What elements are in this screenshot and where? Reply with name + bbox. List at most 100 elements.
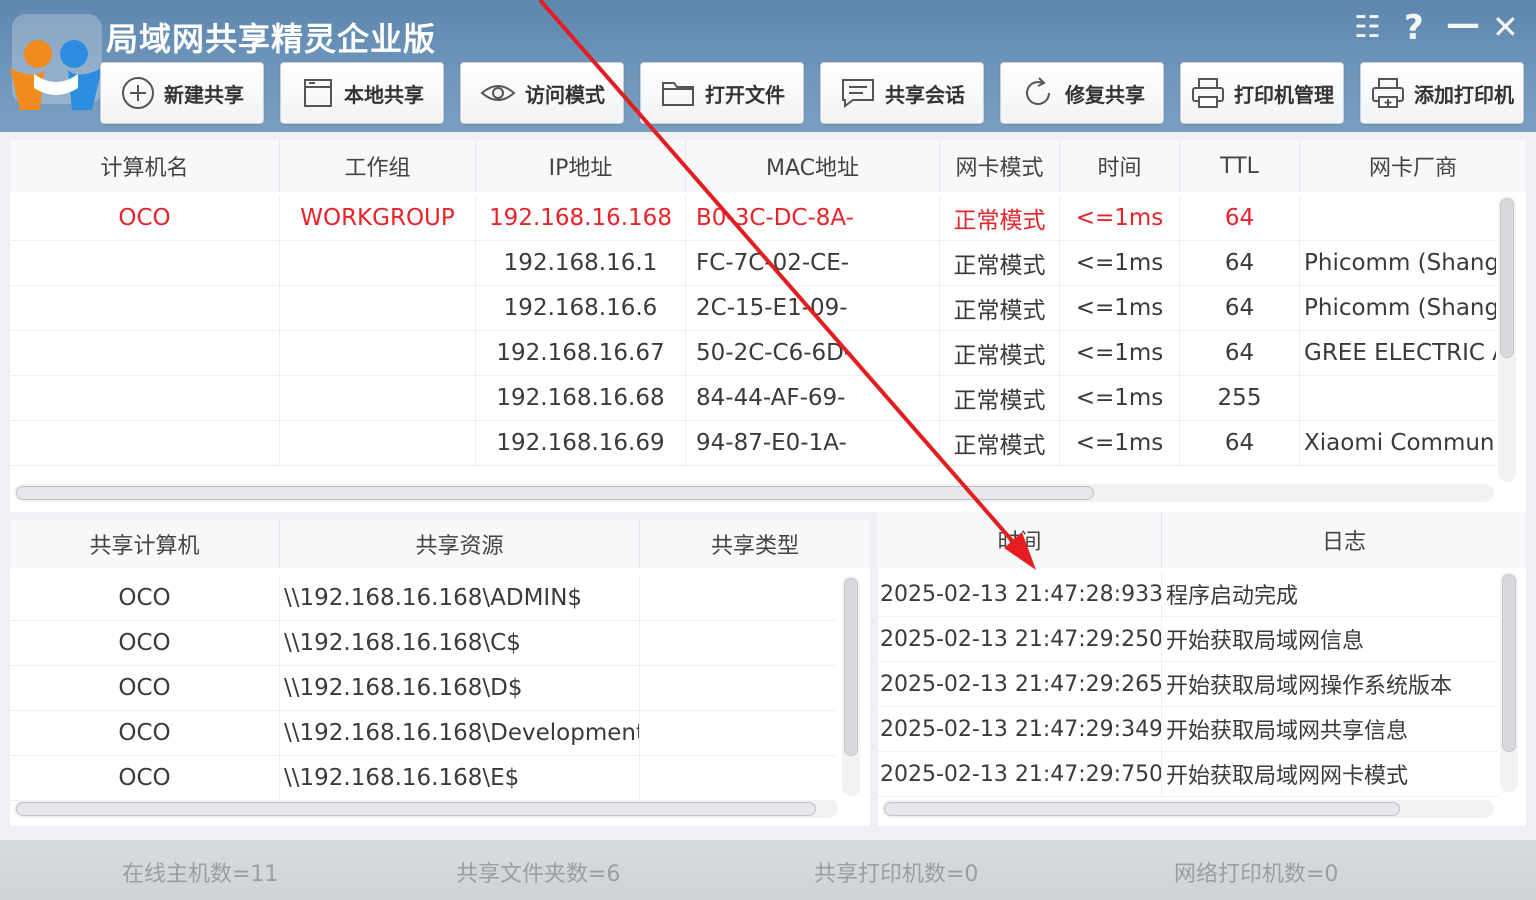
cell-share-type [640,756,836,800]
cell-nic-vendor [1300,376,1496,420]
cell-share-resource: \\192.168.16.168\ADMIN$ [280,576,640,620]
cell-mac-address: 84-44-AF-69- [686,376,940,420]
table-row[interactable]: OCO \\192.168.16.168\C$ [10,621,836,666]
shares-vertical-scrollbar[interactable] [842,576,860,796]
cell-computer-name [10,376,280,420]
cell-share-computer: OCO [10,576,280,620]
table-row[interactable]: 2025-02-13 21:47:29:265 开始获取局域网操作系统版本 [878,662,1498,707]
cell-nic-vendor: Phicomm (Shang [1304,295,1496,321]
cell-mac-address: FC-7C-02-CE- [686,241,940,285]
add-printer-button[interactable]: 添加打印机 [1360,62,1524,124]
table-row[interactable]: OCO WORKGROUP 192.168.16.168 B0-3C-DC-8A… [10,196,1496,241]
shares-horizontal-scroll-thumb[interactable] [16,802,816,816]
table-row[interactable]: 2025-02-13 21:47:29:349 开始获取局域网共享信息 [878,707,1498,752]
cell-ip-address: 192.168.16.69 [476,421,686,465]
hosts-horizontal-scroll-thumb[interactable] [16,486,1094,500]
close-icon[interactable]: ✕ [1492,8,1519,46]
table-row[interactable]: OCO \\192.168.16.168\ADMIN$ [10,576,836,621]
col-ip-address[interactable]: IP地址 [476,140,686,192]
local-share-button[interactable]: 本地共享 [280,62,444,124]
table-row[interactable]: 2025-02-13 21:47:28:933 程序启动完成 [878,572,1498,617]
cell-log-time: 2025-02-13 21:47:29:349 [878,707,1162,751]
shared-printers-count: 共享打印机数=0 [814,862,979,887]
table-row[interactable]: OCO \\192.168.16.168\E$ [10,756,836,801]
log-vertical-scrollbar[interactable] [1500,572,1518,792]
printer-manage-label: 打印机管理 [1234,82,1334,107]
shares-table: 共享计算机 共享资源 共享类型 OCO \\192.168.16.168\ADM… [10,520,870,826]
cell-ttl: 64 [1180,421,1300,465]
cell-workgroup [280,241,476,285]
table-row[interactable]: 192.168.16.67 50-2C-C6-6D- 正常模式 <=1ms 64… [10,331,1496,376]
col-share-computer[interactable]: 共享计算机 [10,520,280,568]
new-share-label: 新建共享 [164,82,244,107]
share-session-button[interactable]: 共享会话 [820,62,984,124]
table-row[interactable]: OCO \\192.168.16.168\D$ [10,666,836,711]
table-row[interactable]: 2025-02-13 21:47:29:250 开始获取局域网信息 [878,617,1498,662]
table-row[interactable]: 192.168.16.1 FC-7C-02-CE- 正常模式 <=1ms 64 … [10,241,1496,286]
table-row[interactable]: 2025-02-13 21:47:29:750 开始获取局域网网卡模式 [878,752,1498,797]
hosts-vertical-scroll-thumb[interactable] [1500,198,1514,358]
menu-icon[interactable]: ☷ [1354,10,1381,45]
shared-folders-count: 共享文件夹数=6 [456,862,621,887]
col-nic-mode[interactable]: 网卡模式 [940,140,1060,192]
open-file-label: 打开文件 [705,82,785,107]
cell-nic-vendor: Xiaomi Communi [1304,430,1496,456]
col-nic-vendor[interactable]: 网卡厂商 [1300,140,1526,192]
log-horizontal-scrollbar[interactable] [882,800,1494,818]
cell-computer-name [10,241,280,285]
repair-share-button[interactable]: 修复共享 [1000,62,1164,124]
table-row[interactable]: 192.168.16.6 2C-15-E1-09- 正常模式 <=1ms 64 … [10,286,1496,331]
cell-share-computer: OCO [10,666,280,710]
refresh-icon [1026,77,1050,105]
log-horizontal-scroll-thumb[interactable] [884,802,1400,816]
app-logo-icon [10,14,102,110]
cell-time: <=1ms [1060,331,1180,375]
log-table: 时间 日志 2025-02-13 21:47:28:933 程序启动完成 202… [878,512,1526,826]
col-log-time[interactable]: 时间 [878,512,1162,568]
table-row[interactable]: 192.168.16.69 94-87-E0-1A- 正常模式 <=1ms 64… [10,421,1496,466]
shares-vertical-scroll-thumb[interactable] [844,578,858,756]
col-computer-name[interactable]: 计算机名 [10,140,280,192]
log-vertical-scroll-thumb[interactable] [1502,574,1516,752]
col-time[interactable]: 时间 [1060,140,1180,192]
cell-ip-address: 192.168.16.168 [476,196,686,240]
col-log-message[interactable]: 日志 [1162,512,1526,568]
cell-time: <=1ms [1060,421,1180,465]
minimize-icon[interactable]: — [1446,4,1480,44]
col-mac-address[interactable]: MAC地址 [686,140,940,192]
col-workgroup[interactable]: 工作组 [280,140,476,192]
chat-icon [842,79,874,108]
log-table-header: 时间 日志 [878,512,1526,568]
online-hosts-count: 在线主机数=11 [122,862,279,887]
cell-computer-name [10,331,280,375]
new-share-button[interactable]: 新建共享 [100,62,264,124]
col-ttl[interactable]: TTL [1180,140,1300,192]
open-file-button[interactable]: 打开文件 [640,62,804,124]
cell-workgroup: WORKGROUP [280,196,476,240]
hosts-vertical-scrollbar[interactable] [1498,196,1516,482]
share-session-label: 共享会话 [885,82,965,107]
cell-log-time: 2025-02-13 21:47:29:265 [878,662,1162,706]
hosts-horizontal-scrollbar[interactable] [14,484,1494,502]
printer-manage-button[interactable]: 打印机管理 [1180,62,1344,124]
cell-ip-address: 192.168.16.67 [476,331,686,375]
printer-add-icon [1372,78,1404,108]
cell-ip-address: 192.168.16.68 [476,376,686,420]
cell-share-type [640,666,836,710]
cell-ip-address: 192.168.16.6 [476,286,686,330]
help-icon[interactable]: ? [1404,8,1424,48]
cell-log-time: 2025-02-13 21:47:29:750 [878,752,1162,796]
status-bar: 在线主机数=11 共享文件夹数=6 共享打印机数=0 网络打印机数=0 [0,840,1536,900]
shares-horizontal-scrollbar[interactable] [14,800,838,818]
col-share-type[interactable]: 共享类型 [640,520,870,568]
add-printer-label: 添加打印机 [1414,82,1514,107]
col-share-resource[interactable]: 共享资源 [280,520,640,568]
cell-ip-address: 192.168.16.1 [476,241,686,285]
cell-share-resource: \\192.168.16.168\D$ [280,666,640,710]
access-mode-button[interactable]: 访问模式 [460,62,624,124]
cell-workgroup [280,286,476,330]
table-row[interactable]: 192.168.16.68 84-44-AF-69- 正常模式 <=1ms 25… [10,376,1496,421]
hosts-table: 计算机名 工作组 IP地址 MAC地址 网卡模式 时间 TTL 网卡厂商 OCO… [10,140,1526,512]
table-row[interactable]: OCO \\192.168.16.168\DevelopmentF [10,711,836,756]
cell-share-resource: \\192.168.16.168\E$ [280,756,640,800]
